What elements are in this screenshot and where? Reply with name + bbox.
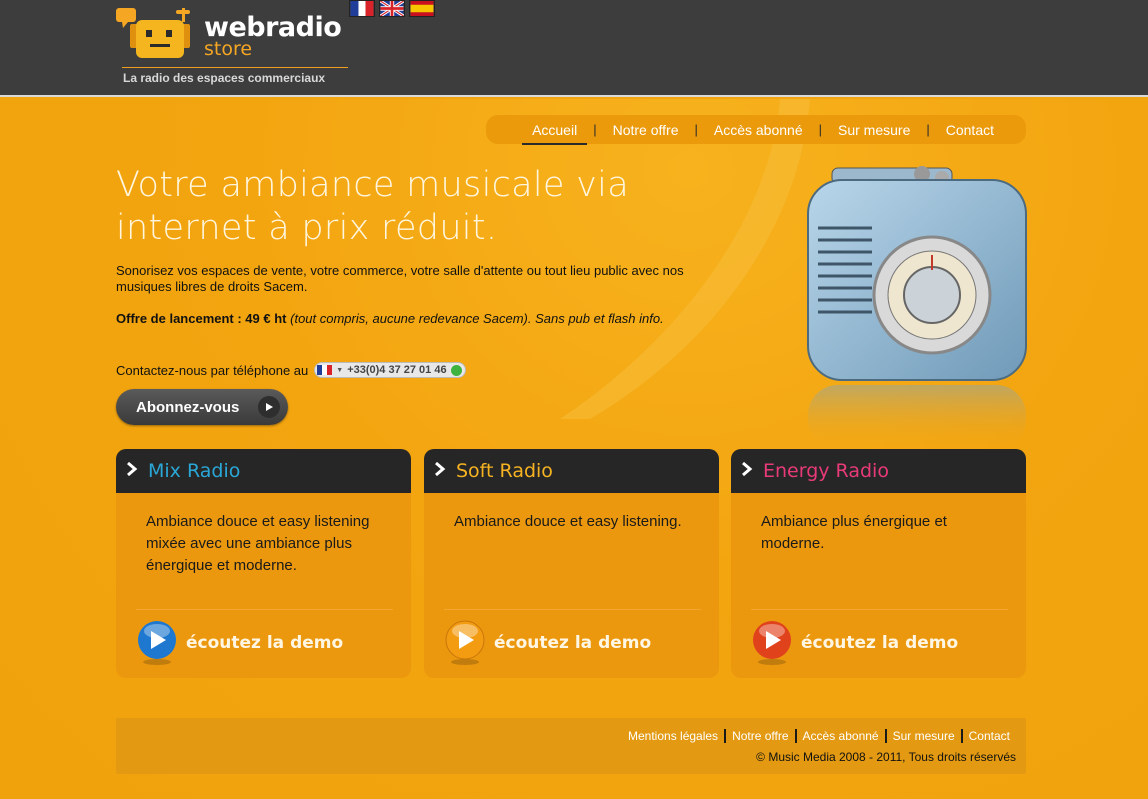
card-header: Mix Radio	[116, 449, 411, 493]
card-title: Energy Radio	[763, 460, 889, 482]
card-description: Ambiance plus énergique et moderne.	[761, 513, 947, 552]
card-header: Energy Radio	[731, 449, 1026, 493]
flag-uk-icon[interactable]	[379, 0, 405, 17]
site-logo[interactable]: webradio store La radio des espaces comm…	[116, 6, 356, 88]
subscribe-label: Abonnez-vous	[136, 398, 240, 416]
offer-details: (tout compris, aucune redevance Sacem). …	[290, 311, 664, 326]
play-orb-icon	[753, 621, 791, 665]
logo-subword: store	[204, 38, 253, 60]
footer-links: Mentions légales Notre offre Accès abonn…	[622, 729, 1016, 743]
hero-offer: Offre de lancement : 49 € ht (tout compr…	[116, 311, 676, 327]
chevron-right-icon	[126, 461, 138, 481]
footer-link-mentions[interactable]: Mentions légales	[622, 729, 724, 743]
play-arrow-icon	[258, 396, 280, 418]
demo-label: écoutez la demo	[494, 633, 652, 653]
subscribe-button[interactable]: Abonnez-vous	[116, 389, 288, 425]
vintage-radio-image	[807, 166, 1027, 450]
card-energy-radio: Energy Radio Ambiance plus énergique et …	[731, 449, 1026, 678]
call-icon[interactable]	[450, 364, 462, 376]
flag-france-mini-icon	[317, 365, 333, 375]
nav-separator: |	[593, 122, 597, 137]
nav-sur-mesure[interactable]: Sur mesure	[828, 122, 920, 138]
phone-contact: Contactez-nous par téléphone au ▼ +33(0)…	[116, 362, 466, 378]
copyright-text: © Music Media 2008 - 2011, Tous droits r…	[756, 750, 1016, 764]
logo-tagline: La radio des espaces commerciaux	[123, 71, 326, 85]
footer: Mentions légales Notre offre Accès abonn…	[116, 718, 1026, 774]
card-mix-radio: Mix Radio Ambiance douce et easy listeni…	[116, 449, 411, 678]
chevron-down-icon: ▼	[336, 366, 344, 374]
demo-link-energy-radio[interactable]: écoutez la demo	[731, 610, 1026, 666]
hero-title: Votre ambiance musicale via internet à p…	[116, 165, 629, 248]
phone-number: +33(0)4 37 27 01 46	[347, 364, 447, 376]
demo-link-mix-radio[interactable]: écoutez la demo	[116, 610, 411, 666]
phone-number-widget[interactable]: ▼ +33(0)4 37 27 01 46	[314, 362, 466, 378]
demo-label: écoutez la demo	[186, 633, 344, 653]
offer-price: Offre de lancement : 49 € ht	[116, 311, 287, 326]
play-orb-icon	[445, 620, 485, 665]
language-selector	[349, 0, 435, 17]
nav-separator: |	[694, 122, 698, 137]
play-orb-icon	[138, 621, 176, 665]
card-soft-radio: Soft Radio Ambiance douce et easy listen…	[424, 449, 719, 678]
demo-link-soft-radio[interactable]: écoutez la demo	[424, 610, 719, 666]
footer-link-sur-mesure[interactable]: Sur mesure	[887, 729, 961, 743]
nav-notre-offre[interactable]: Notre offre	[603, 122, 689, 138]
chevron-right-icon	[741, 461, 753, 481]
flag-france-icon[interactable]	[349, 0, 375, 17]
card-header: Soft Radio	[424, 449, 719, 493]
phone-label: Contactez-nous par téléphone au	[116, 362, 309, 378]
footer-link-contact[interactable]: Contact	[963, 729, 1016, 743]
header-bar: webradio store La radio des espaces comm…	[0, 0, 1148, 97]
nav-separator: |	[926, 122, 930, 137]
chevron-right-icon	[434, 461, 446, 481]
nav-separator: |	[818, 122, 822, 137]
card-title: Mix Radio	[148, 460, 241, 482]
footer-link-acces[interactable]: Accès abonné	[797, 729, 885, 743]
footer-link-offre[interactable]: Notre offre	[726, 729, 794, 743]
card-description: Ambiance douce et easy listening mixée a…	[146, 513, 370, 574]
main-navigation: Accueil | Notre offre | Accès abonné | S…	[486, 115, 1026, 145]
logo-divider	[122, 67, 348, 68]
card-description: Ambiance douce et easy listening.	[454, 513, 682, 530]
nav-accueil[interactable]: Accueil	[522, 122, 588, 145]
card-title: Soft Radio	[456, 460, 553, 482]
nav-contact[interactable]: Contact	[936, 122, 1004, 138]
flag-spain-icon[interactable]	[409, 0, 435, 17]
hero-description: Sonorisez vos espaces de vente, votre co…	[116, 263, 684, 294]
robot-mascot-icon	[116, 8, 190, 58]
nav-acces-abonne[interactable]: Accès abonné	[704, 122, 813, 138]
demo-label: écoutez la demo	[801, 633, 959, 653]
